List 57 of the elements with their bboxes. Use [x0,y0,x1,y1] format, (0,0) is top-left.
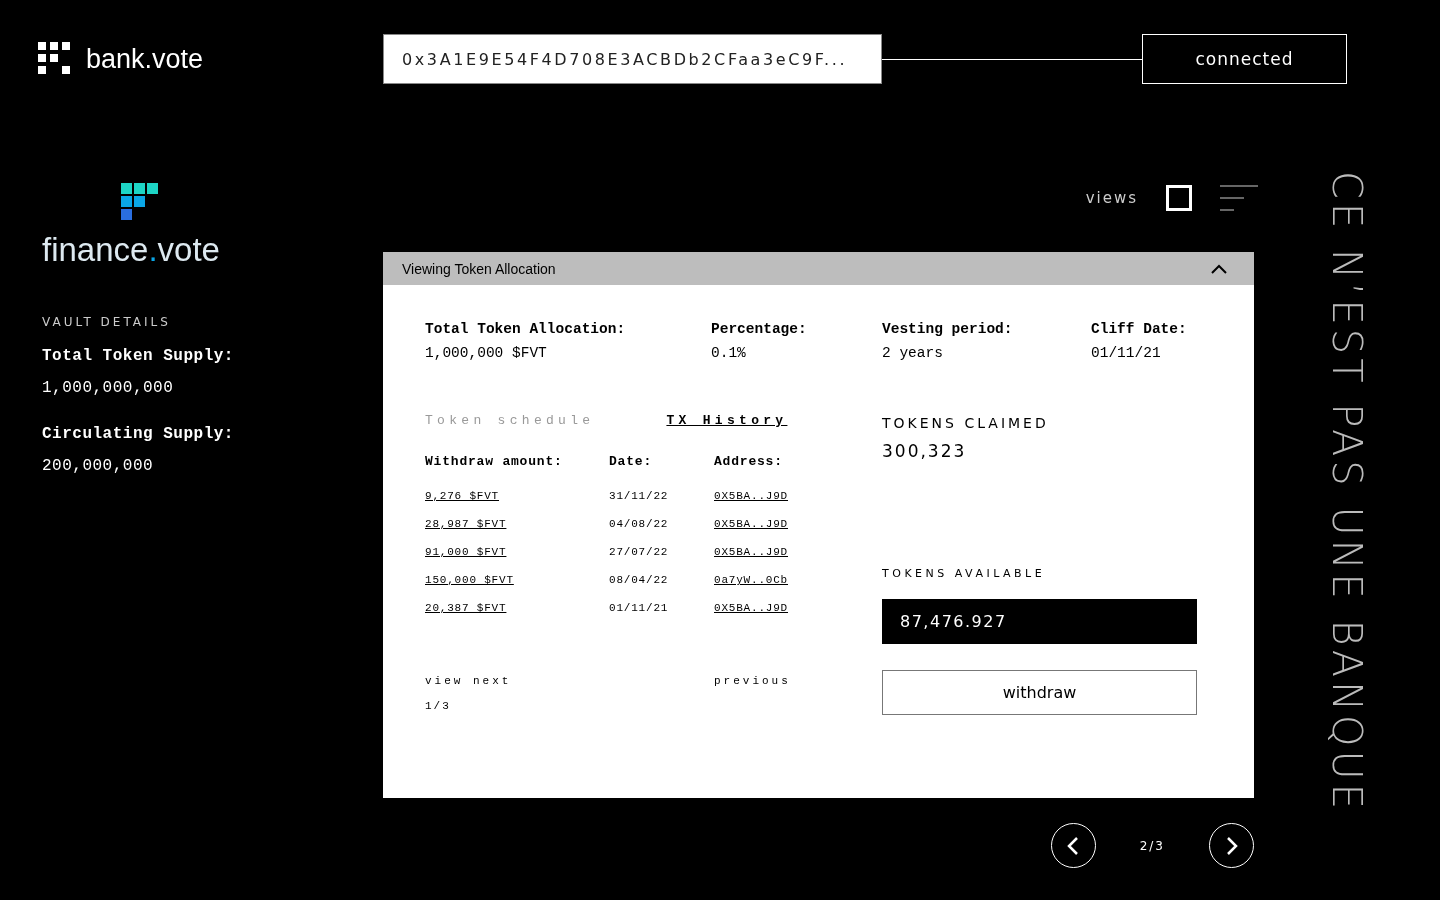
tab[interactable]: TX History [666,413,788,428]
brand-logo-icon [38,42,72,76]
stat-label: Vesting period: [882,320,1014,339]
chevron-right-icon [1225,836,1238,855]
address-link[interactable]: 0X5BA..J9D [714,517,788,531]
views-label: views [1085,189,1138,207]
column-header: Date: [609,454,653,469]
claimed-value: 300,323 [882,441,968,461]
detail-label: Circulating Supply: [42,425,235,443]
stat-value: 2 years [882,344,944,363]
section-title: VAULT DETAILS [42,315,172,329]
column-header: Address: [714,454,784,469]
address-link[interactable]: 0X5BA..J9D [714,601,788,615]
date-cell: 01/11/21 [609,601,669,615]
wallet-address-field[interactable]: 0x3A1E9E54F4D708E3ACBDb2CFaa3eC9F... [383,34,882,84]
slogan: CE N’EST PAS UNE BANQUE [1324,171,1370,814]
date-cell: 08/04/22 [609,573,669,587]
stat-value: 0.1% [711,344,747,363]
amount-link[interactable]: 28,987 $FVT [425,517,507,531]
finance-logo-text: finance.vote [42,231,221,269]
amount-link[interactable]: 150,000 $FVT [425,573,514,587]
withdraw-button[interactable]: withdraw [882,670,1197,715]
connected-button[interactable]: connected [1142,34,1347,84]
available-label: TOKENS AVAILABLE [882,567,1047,580]
claimed-label: TOKENS CLAIMED [882,415,1050,431]
address-link[interactable]: 0X5BA..J9D [714,545,788,559]
detail-value: 1,000,000,000 [42,379,175,397]
previous-link[interactable]: previous [714,675,791,688]
available-value: 87,476.927 [882,599,1197,644]
stat-label: Percentage: [711,320,808,339]
page-indicator: 2/3 [1139,838,1165,853]
column-header: Withdraw amount: [425,454,564,469]
square-view-icon[interactable] [1166,185,1192,211]
date-cell: 04/08/22 [609,517,669,531]
amount-link[interactable]: 20,387 $FVT [425,601,507,615]
stat-label: Total Token Allocation: [425,320,627,339]
stat-value: 01/11/21 [1091,344,1162,363]
next-button[interactable] [1209,823,1254,868]
page-indicator: 1/3 [425,700,452,712]
address-link[interactable]: 0a7yW..0Cb [714,573,788,587]
detail-label: Total Token Supply: [42,347,235,365]
previous-button[interactable] [1050,823,1096,868]
finance-logo-icon [121,183,161,221]
chevron-icon[interactable] [1211,263,1227,274]
chevron-left-icon [1067,836,1080,855]
date-cell: 27/07/22 [609,545,669,559]
view-next-link[interactable]: view next [425,675,512,688]
amount-link[interactable]: 91,000 $FVT [425,545,507,559]
address-link[interactable]: 0X5BA..J9D [714,489,788,503]
stat-value: 1,000,000 $FVT [425,344,548,363]
date-cell: 31/11/22 [609,489,669,503]
amount-link[interactable]: 9,276 $FVT [425,489,499,503]
panel-title: Viewing Token Allocation [402,260,556,277]
stat-label: Cliff Date: [1091,320,1188,339]
brand-name: bank.vote [86,43,204,75]
lines-view-icon[interactable] [1220,184,1258,212]
detail-value: 200,000,000 [42,457,155,475]
